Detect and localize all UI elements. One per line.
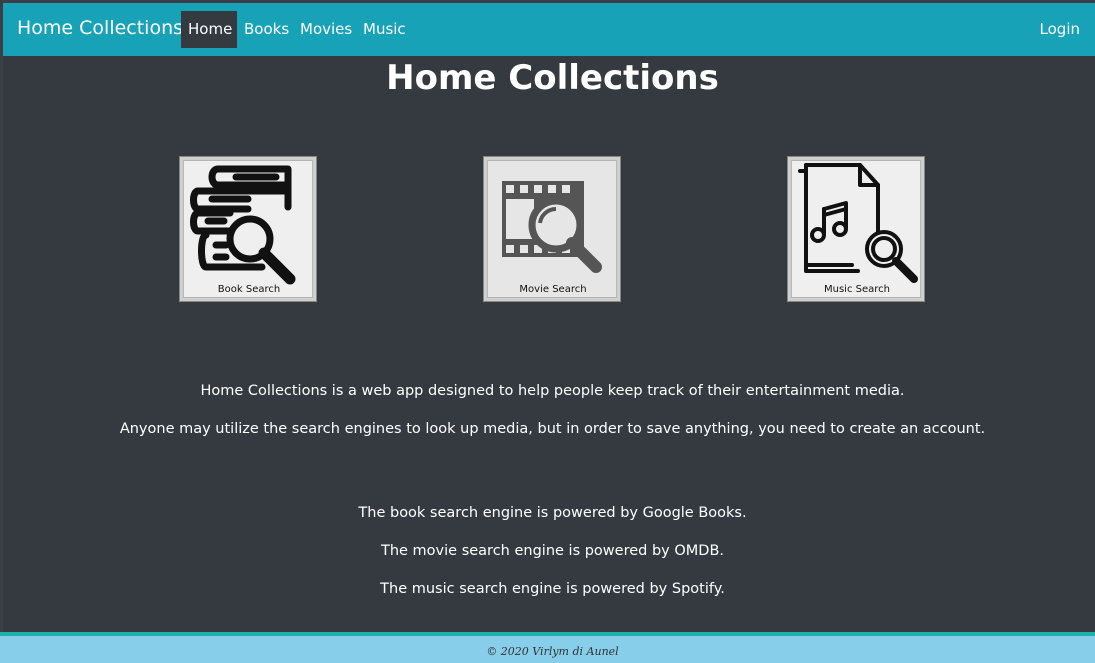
nav-link-music[interactable]: Music: [356, 11, 413, 48]
navbar-brand[interactable]: Home Collections: [17, 17, 183, 39]
movie-search-button[interactable]: Movie Search: [483, 156, 621, 302]
book-search-tile: Book Search: [183, 160, 313, 298]
book-search-icon: [190, 165, 296, 285]
movie-search-tile: Movie Search: [487, 160, 617, 298]
page-title: Home Collections: [386, 58, 719, 98]
navbar: Home Collections Home Books Movies Music…: [3, 3, 1095, 56]
credit-movies: The movie search engine is powered by OM…: [380, 543, 724, 559]
book-search-caption: Book Search: [217, 284, 281, 295]
music-search-caption: Music Search: [824, 284, 890, 295]
nav-link-movies[interactable]: Movies: [293, 11, 359, 48]
intro-text-1: Home Collections is a web app designed t…: [200, 383, 905, 399]
music-search-button[interactable]: Music Search: [787, 156, 925, 302]
music-search-tile: Music Search: [791, 160, 921, 298]
movie-search-icon: [502, 181, 602, 273]
music-search-icon: [798, 163, 918, 283]
footer-copyright: © 2020 Virlym di Aunel: [486, 645, 619, 658]
book-search-button[interactable]: Book Search: [179, 156, 317, 302]
nav-link-home[interactable]: Home: [181, 11, 237, 48]
intro-text-2: Anyone may utilize the search engines to…: [119, 421, 986, 437]
nav-link-login[interactable]: Login: [1033, 11, 1087, 48]
footer: © 2020 Virlym di Aunel: [0, 632, 1095, 663]
credit-music: The music search engine is powered by Sp…: [380, 581, 725, 597]
window-frame-left: [0, 0, 3, 663]
credit-books: The book search engine is powered by Goo…: [358, 505, 747, 521]
movie-search-caption: Movie Search: [519, 284, 587, 295]
nav-link-books[interactable]: Books: [237, 11, 296, 48]
